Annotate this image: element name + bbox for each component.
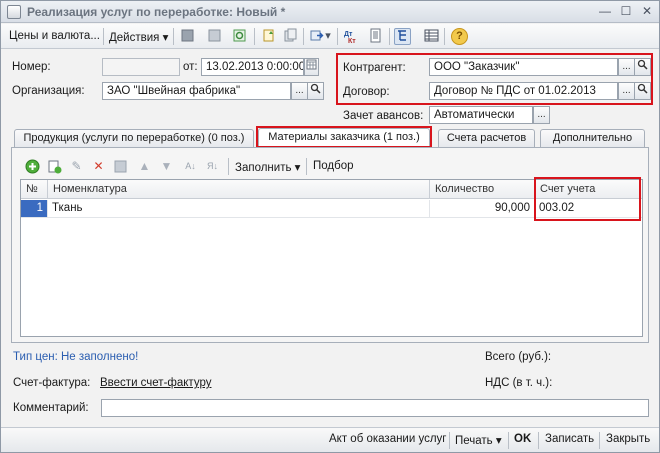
ok-button[interactable]: OK <box>514 433 531 445</box>
nomenclature-cell[interactable]: Ткань <box>48 200 430 218</box>
create-based-on-icon[interactable] <box>260 28 277 45</box>
print-label: Печать <box>455 435 493 447</box>
date-field[interactable]: 13.02.2013 0:00:00 <box>201 58 304 76</box>
organization-select-button[interactable]: ... <box>291 82 308 100</box>
price-type-warning[interactable]: Тип цен: Не заполнено! <box>13 351 138 363</box>
chevron-down-icon[interactable]: ▾ <box>324 28 332 45</box>
toolbar-separator <box>449 432 450 449</box>
comment-label: Комментарий: <box>13 402 89 414</box>
refresh-icon[interactable] <box>231 28 248 45</box>
quantity-cell[interactable]: 90,000 <box>430 200 535 218</box>
main-toolbar: Цены и валюта... Действия ▾ ▾ Дт Кт ? <box>1 24 659 49</box>
close-window-button[interactable]: ✕ <box>639 4 655 19</box>
organization-field[interactable]: ЗАО "Швейная фабрика" <box>102 82 291 100</box>
toolbar-separator <box>228 158 229 175</box>
select-items-button[interactable]: Подбор <box>313 160 354 172</box>
prices-currency-button[interactable]: Цены и валюта... <box>9 30 100 42</box>
go-to-icon[interactable] <box>308 28 325 45</box>
tab-products[interactable]: Продукция (услуги по переработке) (0 поз… <box>14 129 254 147</box>
column-header-number[interactable]: № <box>21 180 48 199</box>
print-menu-button[interactable]: Печать ▾ <box>455 433 502 447</box>
column-header-quantity[interactable]: Количество <box>430 180 535 199</box>
counterparty-highlight-frame <box>336 53 653 105</box>
toolbar-separator <box>303 28 304 45</box>
table-settings-icon[interactable] <box>423 28 440 45</box>
add-row-icon[interactable] <box>25 159 40 174</box>
post-document-icon[interactable] <box>179 28 196 45</box>
svg-text:Дт: Дт <box>344 31 353 38</box>
number-label: Номер: <box>12 61 51 73</box>
chevron-down-icon: ▾ <box>162 32 169 44</box>
copy-row-icon[interactable] <box>47 159 62 174</box>
maximize-button[interactable]: ☐ <box>618 4 634 19</box>
minimize-button[interactable]: — <box>597 4 613 19</box>
actions-label: Действия <box>109 32 160 44</box>
advance-offset-label: Зачет авансов: <box>343 110 424 122</box>
enter-invoice-link[interactable]: Ввести счет-фактуру <box>100 377 211 389</box>
copy-document-icon[interactable] <box>282 28 299 45</box>
vat-label: НДС (в т. ч.): <box>485 377 553 389</box>
unpost-document-icon[interactable] <box>206 28 223 45</box>
close-button[interactable]: Закрыть <box>606 433 650 445</box>
account-column-highlight-frame <box>534 177 641 221</box>
edit-row-icon[interactable]: ✎ <box>69 159 84 174</box>
help-icon[interactable]: ? <box>451 28 468 45</box>
advance-offset-select-button[interactable]: ... <box>533 106 550 124</box>
document-window: Реализация услуг по переработке: Новый *… <box>0 0 660 453</box>
end-edit-icon[interactable] <box>113 159 128 174</box>
service-act-button[interactable]: Акт об оказании услуг <box>329 433 447 445</box>
report-icon[interactable] <box>367 28 384 45</box>
debit-credit-icon[interactable]: Дт Кт <box>343 28 360 45</box>
toolbar-separator <box>444 28 445 45</box>
toolbar-separator <box>508 432 509 449</box>
window-title: Реализация услуг по переработке: Новый * <box>27 5 286 19</box>
organization-label: Организация: <box>12 85 85 97</box>
toolbar-separator <box>389 28 390 45</box>
save-button[interactable]: Записать <box>545 433 594 445</box>
organization-open-icon[interactable] <box>307 82 324 100</box>
svg-text:Кт: Кт <box>348 38 356 45</box>
toolbar-separator <box>337 28 338 45</box>
actions-menu-button[interactable]: Действия ▾ <box>109 30 168 44</box>
fill-label: Заполнить <box>235 162 292 174</box>
toolbar-separator <box>173 28 174 45</box>
tab-additional[interactable]: Дополнительно <box>540 129 645 147</box>
tab-highlight-frame <box>256 126 432 148</box>
delete-row-icon[interactable]: ✕ <box>91 159 106 174</box>
toolbar-separator <box>306 158 307 175</box>
toolbar-separator <box>103 28 104 45</box>
number-field[interactable] <box>102 58 180 76</box>
bottom-command-bar: Акт об оказании услуг Печать ▾ OK Записа… <box>1 427 659 452</box>
comment-field[interactable] <box>101 399 649 417</box>
chevron-down-icon: ▾ <box>294 162 301 174</box>
toolbar-separator <box>599 432 600 449</box>
date-label: от: <box>183 61 198 73</box>
fill-menu-button[interactable]: Заполнить ▾ <box>235 160 300 174</box>
calendar-icon[interactable] <box>304 58 319 76</box>
document-icon <box>7 5 21 19</box>
structure-icon[interactable] <box>394 28 411 45</box>
toolbar-separator <box>254 28 255 45</box>
chevron-down-icon: ▾ <box>495 435 502 447</box>
toolbar-separator <box>538 432 539 449</box>
total-label: Всего (руб.): <box>485 351 552 363</box>
move-up-icon[interactable]: ▲ <box>137 159 152 174</box>
move-down-icon[interactable]: ▼ <box>159 159 174 174</box>
invoice-label: Счет-фактура: <box>13 377 91 389</box>
advance-offset-field[interactable]: Автоматически <box>429 106 533 124</box>
tab-settlement-accounts[interactable]: Счета расчетов <box>438 129 535 147</box>
row-number-cell[interactable]: 1 <box>21 200 48 218</box>
title-bar: Реализация услуг по переработке: Новый *… <box>1 1 659 23</box>
column-header-nomenclature[interactable]: Номенклатура <box>48 180 430 199</box>
sort-descending-icon[interactable]: Я↓ <box>205 159 220 174</box>
sort-ascending-icon[interactable]: A↓ <box>183 159 198 174</box>
